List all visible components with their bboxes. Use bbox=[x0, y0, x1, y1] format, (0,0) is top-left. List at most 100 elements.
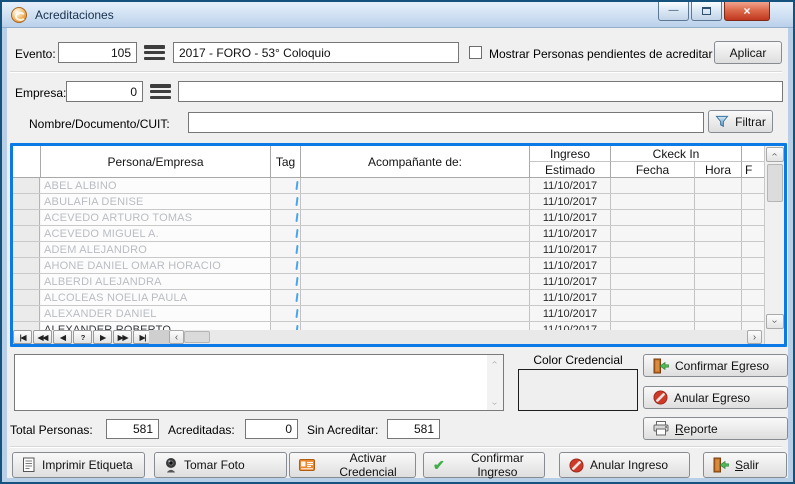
nav-prev-button[interactable]: ◀ bbox=[53, 330, 72, 344]
row-selector-cell[interactable] bbox=[13, 290, 40, 305]
checkin-fecha-cell[interactable] bbox=[610, 210, 694, 225]
persona-cell[interactable]: ADEM ALEJANDRO bbox=[41, 242, 270, 257]
minimize-button[interactable]: — bbox=[658, 2, 689, 21]
evento-lookup-button[interactable] bbox=[144, 45, 165, 60]
ingreso-estimado-cell[interactable]: 11/10/2017 bbox=[529, 226, 610, 241]
horizontal-scroll-thumb[interactable] bbox=[184, 331, 210, 343]
next-column-cell[interactable] bbox=[741, 194, 764, 209]
persona-cell[interactable]: ALEXANDER DANIEL bbox=[41, 306, 270, 321]
close-button[interactable]: × bbox=[724, 2, 770, 21]
tag-cell[interactable] bbox=[270, 194, 300, 209]
ingreso-estimado-cell[interactable]: 11/10/2017 bbox=[529, 242, 610, 257]
checkin-hora-cell[interactable] bbox=[694, 258, 741, 273]
title-bar[interactable]: Acreditaciones — × bbox=[2, 2, 793, 28]
evento-code-input[interactable] bbox=[58, 42, 137, 63]
checkin-hora-cell[interactable] bbox=[694, 306, 741, 321]
checkin-hora-cell[interactable] bbox=[694, 290, 741, 305]
acompanante-cell[interactable] bbox=[300, 226, 529, 241]
pending-checkbox[interactable] bbox=[469, 46, 482, 59]
persona-cell[interactable]: ACEVEDO ARTURO TOMAS bbox=[41, 210, 270, 225]
row-selector-cell[interactable] bbox=[13, 242, 40, 257]
reporte-button[interactable]: Reporte bbox=[643, 417, 788, 440]
anular-ingreso-button[interactable]: Anular Ingreso bbox=[559, 452, 690, 478]
persona-cell[interactable]: ALCOLEAS NOELIA PAULA bbox=[41, 290, 270, 305]
table-row[interactable]: ACEVEDO MIGUEL A. 11/10/2017 bbox=[13, 226, 764, 242]
ingreso-estimado-cell[interactable]: 11/10/2017 bbox=[529, 306, 610, 321]
table-row[interactable]: ALEXANDER DANIEL 11/10/2017 bbox=[13, 306, 764, 322]
table-row[interactable]: ALBERDI ALEJANDRA 11/10/2017 bbox=[13, 274, 764, 290]
scroll-left-button[interactable]: ‹ bbox=[169, 330, 184, 344]
nav-next-button[interactable]: ▶ bbox=[93, 330, 112, 344]
tag-cell[interactable] bbox=[270, 210, 300, 225]
checkin-fecha-cell[interactable] bbox=[610, 322, 694, 330]
scroll-up-button[interactable]: › bbox=[766, 147, 784, 162]
table-row[interactable]: ADEM ALEJANDRO 11/10/2017 bbox=[13, 242, 764, 258]
grid-horizontal-scrollbar[interactable]: ‹ › bbox=[149, 330, 762, 344]
next-column-cell[interactable] bbox=[741, 226, 764, 241]
ingreso-estimado-cell[interactable]: 11/10/2017 bbox=[529, 274, 610, 289]
persona-cell[interactable]: ALEXANDER ROBERTO bbox=[41, 322, 270, 330]
tag-cell[interactable] bbox=[270, 258, 300, 273]
row-selector-cell[interactable] bbox=[13, 210, 40, 225]
next-column-cell[interactable] bbox=[741, 290, 764, 305]
empresa-code-input[interactable] bbox=[66, 81, 143, 102]
observaciones-textarea[interactable] bbox=[14, 354, 504, 411]
checkin-fecha-cell[interactable] bbox=[610, 258, 694, 273]
acompanante-cell[interactable] bbox=[300, 194, 529, 209]
next-column-cell[interactable] bbox=[741, 322, 764, 330]
tag-cell[interactable] bbox=[270, 242, 300, 257]
acompanante-cell[interactable] bbox=[300, 290, 529, 305]
row-selector-cell[interactable] bbox=[13, 178, 40, 193]
next-column-cell[interactable] bbox=[741, 242, 764, 257]
notes-scroll-down-icon[interactable]: › bbox=[487, 396, 503, 410]
next-column-cell[interactable] bbox=[741, 258, 764, 273]
activar-credencial-button[interactable]: Activar Credencial bbox=[289, 452, 416, 478]
nombre-documento-cuit-input[interactable] bbox=[188, 112, 704, 133]
row-selector-cell[interactable] bbox=[13, 322, 40, 330]
checkin-fecha-cell[interactable] bbox=[610, 178, 694, 193]
tag-cell[interactable] bbox=[270, 290, 300, 305]
acompanante-cell[interactable] bbox=[300, 322, 529, 330]
table-row[interactable]: ALEXANDER ROBERTO 11/10/2017 bbox=[13, 322, 764, 330]
ingreso-estimado-cell[interactable]: 11/10/2017 bbox=[529, 178, 610, 193]
checkin-hora-cell[interactable] bbox=[694, 210, 741, 225]
checkin-hora-cell[interactable] bbox=[694, 178, 741, 193]
scroll-right-button[interactable]: › bbox=[747, 330, 762, 344]
persona-cell[interactable]: ABULAFIA DENISE bbox=[41, 194, 270, 209]
empresa-lookup-button[interactable] bbox=[150, 84, 171, 99]
ingreso-estimado-cell[interactable]: 11/10/2017 bbox=[529, 258, 610, 273]
acompanante-cell[interactable] bbox=[300, 210, 529, 225]
persona-cell[interactable]: ALBERDI ALEJANDRA bbox=[41, 274, 270, 289]
nav-fast-rewind-button[interactable]: ◀◀ bbox=[33, 330, 52, 344]
table-row[interactable]: ALCOLEAS NOELIA PAULA11/10/2017 bbox=[13, 290, 764, 306]
row-selector-cell[interactable] bbox=[13, 306, 40, 321]
checkin-fecha-cell[interactable] bbox=[610, 274, 694, 289]
row-selector-cell[interactable] bbox=[13, 274, 40, 289]
persona-cell[interactable]: AHONE DANIEL OMAR HORACIO bbox=[41, 258, 270, 273]
anular-egreso-button[interactable]: Anular Egreso bbox=[643, 386, 788, 409]
nav-first-button[interactable]: |◀ bbox=[13, 330, 32, 344]
tag-cell[interactable] bbox=[270, 274, 300, 289]
aplicar-button[interactable]: Aplicar bbox=[714, 41, 782, 64]
acompanante-cell[interactable] bbox=[300, 258, 529, 273]
checkin-hora-cell[interactable] bbox=[694, 226, 741, 241]
nav-fast-forward-button[interactable]: ▶▶ bbox=[113, 330, 132, 344]
persona-cell[interactable]: ACEVEDO MIGUEL A. bbox=[41, 226, 270, 241]
tag-cell[interactable] bbox=[270, 306, 300, 321]
evento-name-field[interactable] bbox=[173, 42, 459, 63]
table-row[interactable]: ACEVEDO ARTURO TOMAS11/10/2017 bbox=[13, 210, 764, 226]
next-column-cell[interactable] bbox=[741, 178, 764, 193]
empresa-name-field[interactable] bbox=[178, 81, 783, 102]
checkin-hora-cell[interactable] bbox=[694, 194, 741, 209]
row-selector-cell[interactable] bbox=[13, 258, 40, 273]
row-selector-cell[interactable] bbox=[13, 226, 40, 241]
acompanante-cell[interactable] bbox=[300, 274, 529, 289]
maximize-button[interactable] bbox=[691, 2, 722, 21]
nav-help-button[interactable]: ? bbox=[73, 330, 92, 344]
table-row[interactable]: ABEL ALBINO11/10/2017 bbox=[13, 178, 764, 194]
horizontal-scroll-page-area[interactable] bbox=[149, 330, 169, 344]
ingreso-estimado-cell[interactable]: 11/10/2017 bbox=[529, 322, 610, 330]
checkin-fecha-cell[interactable] bbox=[610, 290, 694, 305]
checkin-fecha-cell[interactable] bbox=[610, 306, 694, 321]
row-selector-cell[interactable] bbox=[13, 194, 40, 209]
